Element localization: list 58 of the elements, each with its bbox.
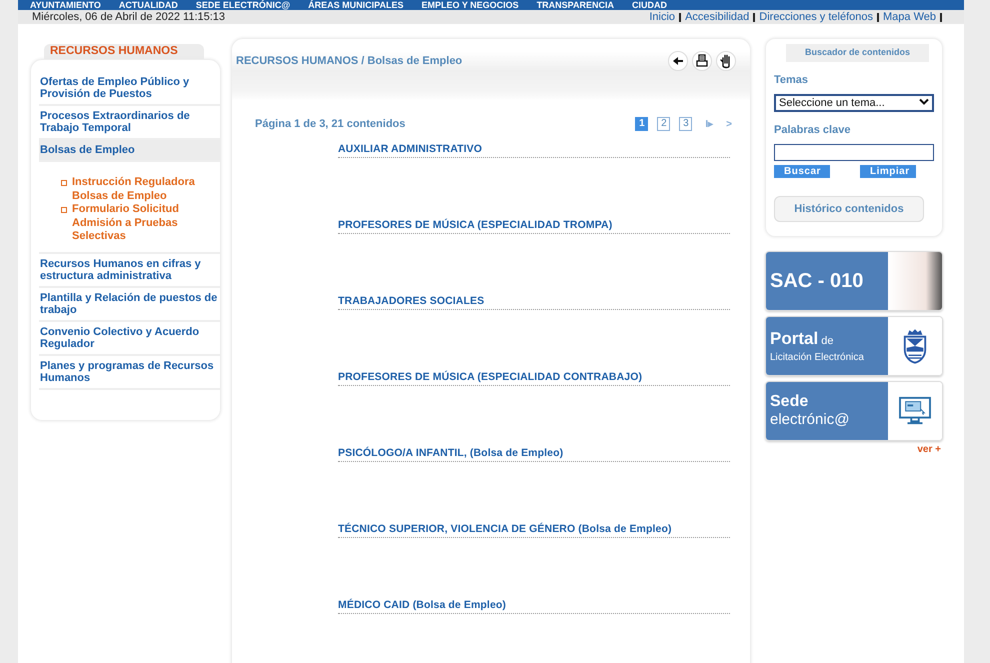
result-link[interactable]: PSICÓLOGO/A INFANTIL, (Bolsa de Empleo) bbox=[338, 447, 730, 462]
banner-link[interactable]: Sede electrónic@ bbox=[765, 381, 943, 441]
submenu-link[interactable]: Instrucción Reguladora Bolsas de Empleo bbox=[72, 176, 202, 203]
sidebar-item[interactable]: Plantilla y Relación de puestos de trabajo bbox=[39, 288, 220, 322]
print-icon[interactable] bbox=[692, 51, 712, 71]
header-link[interactable]: Inicio bbox=[649, 11, 676, 23]
field-label: Temas bbox=[774, 74, 810, 86]
bullet-icon bbox=[61, 207, 67, 213]
sidebar-item[interactable]: Planes y programas de Recursos Humanos bbox=[39, 356, 220, 390]
field-label: Palabras clave bbox=[774, 124, 852, 136]
result-link[interactable]: TÉCNICO SUPERIOR, VIOLENCIA DE GÉNERO (Bolsa de Empleo) bbox=[338, 523, 730, 538]
result-link[interactable]: TRABAJADORES SOCIALES bbox=[338, 295, 730, 310]
sidebar-item[interactable]: Convenio Colectivo y Acuerdo Regulador bbox=[39, 322, 220, 356]
search-button[interactable]: Buscar bbox=[774, 165, 830, 178]
bullet-icon bbox=[61, 180, 67, 186]
banner-subtitle: electrónic@ bbox=[770, 411, 850, 429]
photo-placeholder bbox=[888, 252, 942, 310]
result-link[interactable]: PROFESORES DE MÚSICA (ESPECIALIDAD TROMPA) bbox=[338, 219, 730, 234]
back-icon[interactable] bbox=[668, 51, 688, 71]
sidebar-item[interactable]: Ofertas de Empleo Público y Provisión de Puestos bbox=[39, 72, 220, 106]
banner-title: SAC - 010 bbox=[770, 270, 864, 292]
breadcrumb: RECURSOS HUMANOS / Bolsas de Empleo bbox=[236, 55, 462, 67]
topic-dropdown[interactable]: Seleccione un tema... bbox=[774, 94, 934, 112]
menu-link[interactable]: EMPLEO Y NEGOCIOS bbox=[421, 0, 519, 10]
header-link[interactable]: Mapa Web bbox=[883, 11, 936, 23]
banner-link[interactable]: Portal de Licitación Electrónica bbox=[765, 316, 943, 376]
coat-of-arms-icon bbox=[902, 327, 928, 365]
page-link[interactable]: 1 bbox=[635, 117, 648, 131]
submenu-link[interactable]: Formulario Solicitud Admisión a Pruebas Selectivas bbox=[72, 203, 202, 244]
banner-title: Portal de bbox=[770, 329, 834, 349]
result-link[interactable]: AUXILIAR ADMINISTRATIVO bbox=[338, 143, 730, 158]
sidebar-item[interactable]: Recursos Humanos en cifras y estructura administrativa bbox=[39, 254, 220, 288]
search-title: Buscador de contenidos bbox=[786, 44, 929, 62]
computer-screen-icon bbox=[898, 396, 932, 426]
menu-link[interactable]: ACTUALIDAD bbox=[118, 0, 178, 10]
keyword-field[interactable] bbox=[774, 144, 934, 161]
header-link[interactable]: Direcciones y teléfonos bbox=[759, 11, 873, 23]
menu-link[interactable]: SEDE ELECTRÓNIC@ bbox=[196, 0, 290, 10]
date-text: Miércoles, 06 de Abril de 2022 11:15:13 bbox=[32, 11, 226, 23]
menu-link[interactable]: TRANSPARENCIA bbox=[536, 0, 614, 10]
menu-link[interactable]: AYUNTAMIENTO bbox=[30, 0, 101, 10]
history-button[interactable]: Histórico contenidos bbox=[774, 196, 924, 222]
result-link[interactable]: PROFESORES DE MÚSICA (ESPECIALIDAD CONTRABAJO) bbox=[338, 371, 730, 386]
banner-subtitle: Licitación Electrónica bbox=[770, 352, 865, 363]
page-link[interactable]: 2 bbox=[657, 117, 670, 131]
menu-link[interactable]: CIUDAD bbox=[632, 0, 668, 10]
result-link[interactable]: MÉDICO CAID (Bolsa de Empleo) bbox=[338, 599, 730, 614]
banner-link[interactable]: SAC - 010 bbox=[765, 251, 943, 311]
clear-button[interactable]: Limpiar bbox=[860, 165, 916, 178]
more-link[interactable]: ver + bbox=[765, 444, 943, 455]
header-link[interactable]: Accesibilidad bbox=[685, 11, 750, 23]
hand-icon[interactable] bbox=[716, 51, 736, 71]
menu-link[interactable]: ÁREAS MUNICIPALES bbox=[308, 0, 404, 10]
sidebar-title: RECURSOS HUMANOS bbox=[44, 44, 204, 59]
banner-title: Sede bbox=[770, 393, 810, 411]
page-summary: Página 1 de 3, 21 contenidos bbox=[255, 118, 406, 130]
sidebar-item[interactable]: Bolsas de Empleo bbox=[39, 140, 220, 162]
page-link[interactable]: 3 bbox=[679, 117, 692, 131]
